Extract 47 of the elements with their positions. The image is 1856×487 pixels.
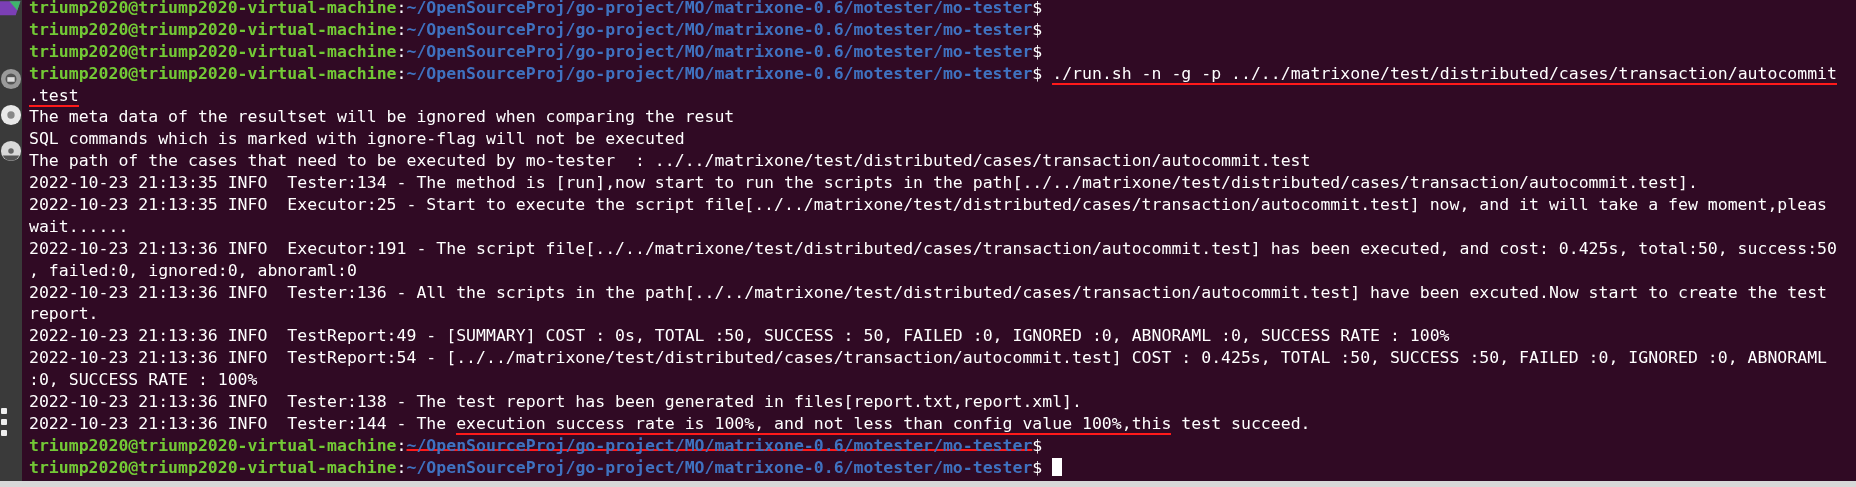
terminal-text: $ (1032, 41, 1043, 61)
terminal-text: SQL commands which is marked with ignore-flag will not be executed (29, 129, 685, 149)
terminal-text: $ (1032, 435, 1043, 455)
terminal-text: ./run.sh -n -g -p ../../matrixone/test/distributed/cases/transaction/autocommit (1052, 63, 1837, 85)
terminal-text: .test (29, 85, 79, 107)
terminal-text: : (396, 63, 407, 83)
dots-icon[interactable] (0, 407, 8, 437)
terminal-text: $ (1032, 0, 1043, 17)
prompt-path: ~/OpenSourceProj/go-project/MO/matrixone-0.6/motester/mo-tester (406, 457, 1033, 477)
terminal-text: : (396, 19, 407, 39)
terminal-text: : (396, 435, 407, 455)
terminal-text: : (396, 41, 407, 61)
prompt-user: triump2020@triump2020-virtual-machine (29, 19, 397, 39)
terminal-text: 2022-10-23 21:13:36 INFO Tester:136 - All the scripts in the path[../../matrixone/test/distributed/cases/transaction/autocommit.test] have been excuted.Now start to create the test (29, 282, 1828, 302)
prompt-user: triump2020@triump2020-virtual-machine (29, 41, 397, 61)
terminal-text: 2022-10-23 21:13:36 INFO Tester:144 - The (29, 413, 447, 433)
prompt-path: ~/OpenSourceProj/go-project/MO/matrixone-0.6/motester/mo-tester (406, 41, 1033, 61)
prompt-user: triump2020@triump2020-virtual-machine (29, 63, 397, 83)
prompt-path: ~/OpenSourceProj/go-project/MO/matrixone-0.6/motester/mo-tester (406, 63, 1033, 83)
terminal-text: report. (29, 304, 99, 324)
app-icon[interactable] (0, 104, 22, 126)
terminal-text: 2022-10-23 21:13:36 INFO Tester:138 - The test report has been generated in files[report.txt,report.xml]. (29, 392, 1082, 412)
terminal-text: test succeed. (1181, 413, 1311, 433)
terminal-text: :0, SUCCESS RATE : 100% (29, 370, 258, 390)
disc-icon[interactable] (0, 140, 22, 162)
prompt-user: triump2020@triump2020-virtual-machine (29, 457, 397, 477)
terminal-text: $ (1032, 457, 1043, 477)
prompt-path: ~/OpenSourceProj/go-project/MO/matrixone-0.6/motester/mo-tester (406, 0, 1033, 17)
terminal-text: , failed:0, ignored:0, abnoraml:0 (29, 260, 357, 280)
terminal-text: : (396, 0, 407, 17)
app-icon[interactable] (0, 68, 22, 90)
terminal-text: execution success rate is 100%, and not less than config value 100%,this (456, 413, 1172, 435)
terminal-text: $ (1032, 19, 1043, 39)
terminal-text: : (396, 457, 407, 477)
terminal-text: 2022-10-23 21:13:36 INFO Executor:191 - The script file[../../matrixone/test/distributed/cases/transaction/autocommit.test] has been executed, and cost: 0.425s, total:50, success:50 (29, 238, 1837, 258)
terminal-text: 2022-10-23 21:13:36 INFO TestReport:49 - [SUMMARY] COST : 0s, TOTAL :50, SUCCESS : 50, FAILED :0, IGNORED :0, ABNORAML :0, SUCCESS RATE : 100% (29, 326, 1450, 346)
terminal-text: 2022-10-23 21:13:35 INFO Executor:25 - Start to execute the script file[../../matrixone/test/distributed/cases/transaction/autocommit.test] now, and it will take a few moment,pleas (29, 195, 1828, 214)
terminal-text: 2022-10-23 21:13:36 INFO TestReport:54 - [../../matrixone/test/distributed/cases/transaction/autocommit.test] COST : 0.425s, TOTAL :50, SUCCESS :50, FAILED :0, IGNORED :0, ABNORAML (29, 348, 1828, 368)
prompt-user: triump2020@triump2020-virtual-machine (29, 435, 397, 455)
prompt-path: ~/OpenSourceProj/go-project/MO/matrixone-0.6/motester/mo-tester (406, 19, 1033, 39)
terminal-text: The path of the cases that need to be executed by mo-tester : ../../matrixone/test/distributed/cases/transaction/autocommit.test (29, 151, 1311, 171)
app-icon[interactable] (0, 0, 22, 18)
prompt-user: triump2020@triump2020-virtual-machine (29, 0, 397, 17)
terminal-text: 2022-10-23 21:13:35 INFO Tester:134 - The method is [run],now start to run the scripts in the path[../../matrixone/test/distributed/cases/transaction/autocommit.test]. (29, 173, 1698, 193)
terminal-text: $ (1032, 63, 1043, 83)
terminal-text: wait...... (29, 216, 129, 236)
terminal-text: The meta data of the resultset will be ignored when comparing the resut (29, 107, 735, 127)
